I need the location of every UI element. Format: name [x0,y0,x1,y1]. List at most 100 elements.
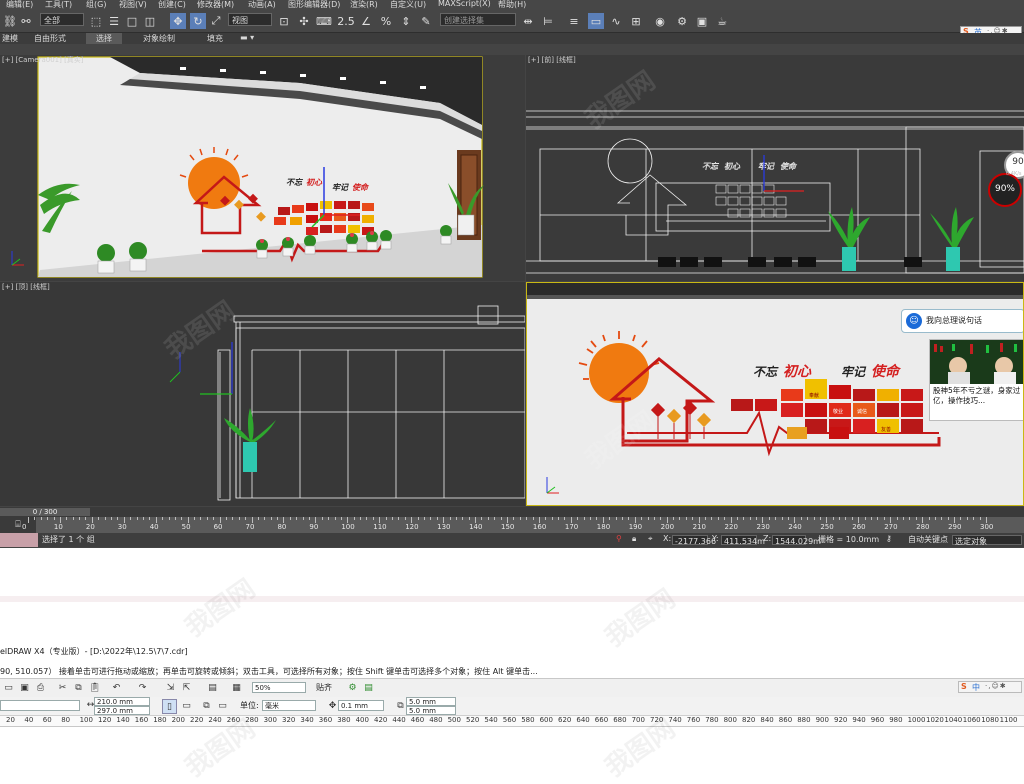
current-page-icon[interactable]: ▭ [216,699,229,712]
time-slider-thumb[interactable]: 0 / 300 [0,508,90,516]
ref-coord-dropdown[interactable]: 视图 [228,13,272,26]
app-launcher-green-icon[interactable]: ▤ [362,681,375,694]
viewport-top-label[interactable]: [+] [顶] [线框] [2,282,50,292]
menu-help[interactable]: 帮助(H) [498,0,526,10]
print-icon[interactable]: ⎙ [34,681,47,694]
import-icon[interactable]: ⇲ [164,681,177,694]
menu-animation[interactable]: 动画(A) [248,0,276,10]
snap-to-dropdown[interactable]: 贴齐 [316,682,332,693]
menu-maxscript[interactable]: MAXScript(X) [438,0,491,8]
duplicate-x-field[interactable]: 5.0 mm [406,697,456,706]
menu-create[interactable]: 创建(C) [158,0,186,10]
render-frame-icon[interactable]: ▣ [694,13,710,29]
link-icon[interactable]: ⛓ [2,13,18,29]
key-icon[interactable]: ⚷ [886,534,892,543]
viewport-top[interactable]: [+] [顶] [线框] [0,282,525,506]
paper-type-dropdown[interactable] [0,700,80,711]
menu-view[interactable]: 视图(V) [119,0,147,10]
time-slider-track[interactable]: 0 / 300 [0,507,1024,517]
rect-selection-icon[interactable]: □ [124,13,140,29]
options-icon[interactable]: ⚙ [346,681,359,694]
undo-icon[interactable]: ↶ [110,681,123,694]
snap-toggle-icon[interactable]: 2.5 [337,13,355,29]
page-width-field[interactable]: 210.0 mm [94,697,150,706]
save-icon[interactable]: ▣ [18,681,31,694]
y-coord-field[interactable]: 411.534m [721,535,765,546]
nudge-distance-field[interactable]: 0.1 mm [338,700,384,711]
mirror-icon[interactable]: ⇹ [520,13,536,29]
key-filter-dropdown[interactable]: 选定对象 [952,535,1022,546]
layer-manager-icon[interactable]: ≡ [566,13,582,29]
ribbon-toggle-icon[interactable]: ▭ [588,13,604,29]
viewport-camera-label[interactable]: [+] [Camera001] [真实] [2,55,84,65]
angle-snap-icon[interactable]: ∠ [358,13,374,29]
window-crossing-icon[interactable]: ◫ [142,13,158,29]
landscape-icon[interactable]: ▭ [180,699,193,712]
application-launcher-icon[interactable]: ▤ [206,681,219,694]
menu-edit[interactable]: 编辑(E) [6,0,33,10]
schematic-view-icon[interactable]: ⊞ [628,13,644,29]
viewport-front-label[interactable]: [+] [前] [线框] [528,55,576,65]
page-height-field[interactable]: 297.0 mm [94,706,150,715]
chat-popup-body[interactable]: 股神5年不亏之谜，身家过亿，操作技巧... [929,339,1023,421]
selection-filter-dropdown[interactable]: 全部 [40,13,84,26]
percent-snap-icon[interactable]: % [378,13,394,29]
edit-named-sel-icon[interactable]: ✎ [418,13,434,29]
chat-popup-header[interactable]: ☺ 我向总理说句话 [901,309,1023,333]
x-coord-field[interactable]: -2177.366 [672,535,716,546]
maxscript-listener[interactable] [0,533,38,547]
render-setup-icon[interactable]: ⚙ [674,13,690,29]
paste-icon[interactable]: 📋︎ [88,681,101,694]
curve-editor-icon[interactable]: ∿ [608,13,624,29]
menu-rendering[interactable]: 渲染(R) [350,0,378,10]
open-icon[interactable]: ▭ [2,681,15,694]
redo-icon[interactable]: ↷ [136,681,149,694]
ribbon-tab-freeform[interactable]: 自由形式 [34,33,66,44]
ribbon-tab-populate[interactable]: 填充 [207,33,223,44]
absolute-mode-icon[interactable]: 🔒︎ [632,534,636,544]
autokey-button[interactable]: 自动关键点 [908,534,948,545]
unlink-icon[interactable]: ⚯ [18,13,34,29]
portrait-icon[interactable]: ▯ [162,699,177,714]
select-scale-icon[interactable]: ⤢ [208,13,224,29]
ribbon-options-icon[interactable]: ▬ ▾ [240,33,254,42]
ime-lang[interactable]: 中 [972,682,980,693]
pivot-icon[interactable]: ⊡ [276,13,292,29]
all-pages-icon[interactable]: ⧉ [200,699,213,712]
material-editor-icon[interactable]: ◉ [652,13,668,29]
duplicate-y-field[interactable]: 5.0 mm [406,706,456,715]
select-rotate-icon[interactable]: ↻ [190,13,206,29]
sogou-icon[interactable]: S [961,682,967,691]
welcome-screen-icon[interactable]: ▦ [230,681,243,694]
keyboard-shortcut-icon[interactable]: ⌨ [316,13,332,29]
render-production-icon[interactable]: ☕ [714,13,730,29]
select-move-icon[interactable]: ✥ [170,13,186,29]
ribbon-tab-selection[interactable]: 选择 [86,33,122,44]
transform-type-icon[interactable]: ⌖ [648,534,653,544]
units-dropdown[interactable]: 毫米 [262,700,316,711]
menu-group[interactable]: 组(G) [86,0,106,10]
menu-graph-editors[interactable]: 图形编辑器(D) [288,0,340,10]
zoom-level-dropdown[interactable]: 50% [252,682,306,693]
cut-icon[interactable]: ✂ [56,681,69,694]
ime-tools-icon[interactable]: ·,☺✱ [985,682,1007,690]
horizontal-ruler[interactable]: 20 40 60 80 100 120 140 160 180 200 220 240 260 280 30… [0,716,1024,727]
select-object-icon[interactable]: ⬚ [88,13,104,29]
menu-customize[interactable]: 自定义(U) [390,0,426,10]
z-coord-field[interactable]: 1544.029m [772,535,821,546]
lock-selection-icon[interactable]: ⚲ [616,534,622,543]
spinner-snap-icon[interactable]: ⇕ [398,13,414,29]
select-by-name-icon[interactable]: ☰ [106,13,122,29]
mini-curve-editor-icon[interactable]: ⌸ [0,517,36,533]
menu-tools[interactable]: 工具(T) [45,0,72,10]
track-bar[interactable]: 0 10 20 30 40 50 60 70 80 90 100 110 120 130 140 150 160… [22,517,1024,533]
manipulate-icon[interactable]: ✣ [296,13,312,29]
viewport-camera[interactable]: [+] [Camera001] [真实] 不忘 初心 牢记 使命 [0,55,525,281]
menu-modifiers[interactable]: 修改器(M) [197,0,234,10]
copy-icon[interactable]: ⧉ [72,681,85,694]
named-selection-dropdown[interactable]: 创建选择集 [440,13,516,26]
export-icon[interactable]: ⇱ [180,681,193,694]
ribbon-tab-modeling[interactable]: 建模 [2,33,18,44]
ribbon-tab-object-paint[interactable]: 对象绘制 [143,33,175,44]
align-icon[interactable]: ⊨ [540,13,556,29]
